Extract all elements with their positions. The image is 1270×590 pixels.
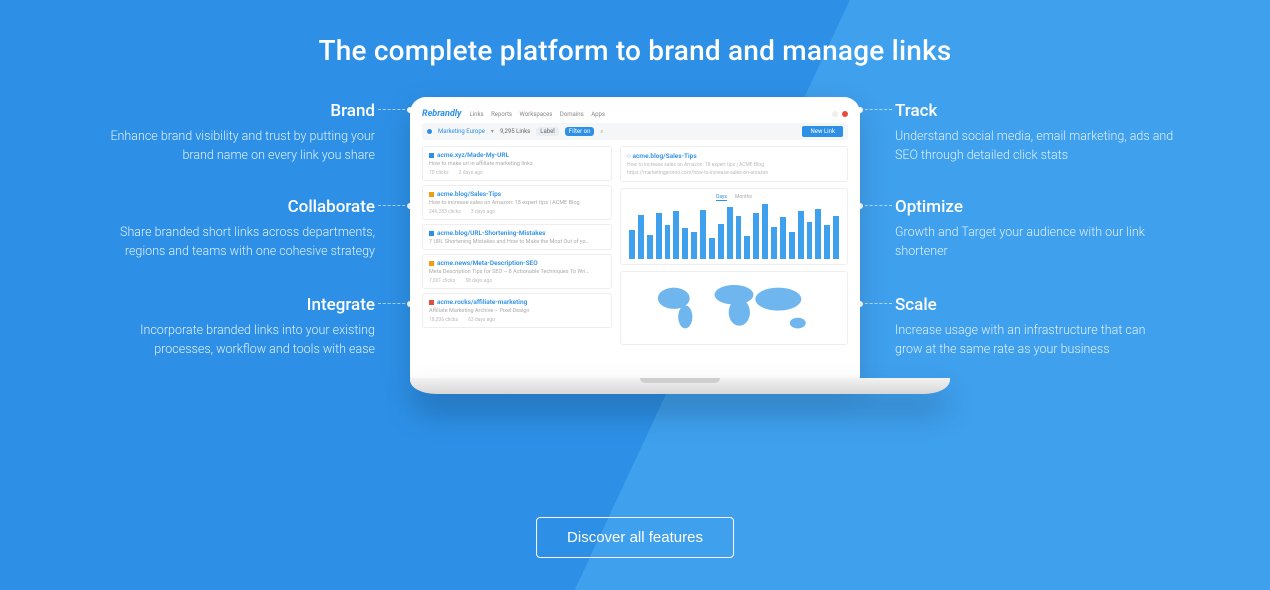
app-dashboard: Rebrandly Links Reports Workspaces Domai…	[422, 109, 848, 345]
chart-bar	[709, 238, 715, 259]
chart-bar	[771, 227, 777, 259]
workspace-dot-icon	[427, 129, 432, 134]
chart-bar	[833, 216, 839, 259]
feature-optimize: Optimize Growth and Target your audience…	[895, 197, 1175, 262]
status-dot-icon	[429, 231, 434, 236]
link-detail-panel: ○ acme.blog/Sales-Tips How to increase s…	[620, 146, 848, 182]
chart-bar	[807, 222, 813, 259]
tab-days[interactable]: Days	[716, 194, 727, 201]
notification-icon[interactable]	[842, 111, 848, 117]
nav-apps[interactable]: Apps	[591, 111, 605, 118]
connector-line	[860, 109, 892, 110]
feature-desc: Increase usage with an infrastructure th…	[895, 321, 1175, 360]
filter-bar: Marketing Europe ▾ 9,295 Links Label Fil…	[422, 123, 848, 140]
chart-bar	[789, 232, 795, 259]
filter-on[interactable]: Filter on	[565, 127, 595, 136]
feature-integrate: Integrate Incorporate branded links into…	[95, 295, 375, 360]
feature-title: Integrate	[95, 295, 375, 315]
feature-title: Brand	[95, 101, 375, 121]
feature-desc: Understand social media, email marketing…	[895, 127, 1175, 166]
filter-label[interactable]: Label	[536, 127, 559, 136]
page-heading: The complete platform to brand and manag…	[0, 0, 1270, 67]
chart-bar	[727, 207, 733, 259]
chart-bar	[798, 211, 804, 259]
status-dot-icon	[429, 192, 434, 197]
feature-title: Collaborate	[95, 197, 375, 217]
link-card[interactable]: acme.blog/Sales-Tips How to increase sal…	[422, 185, 612, 220]
app-topnav: Links Reports Workspaces Domains Apps	[469, 111, 610, 118]
connector-line	[860, 205, 892, 206]
feature-desc: Enhance brand visibility and trust by pu…	[95, 127, 375, 166]
chart-bar	[638, 215, 644, 259]
chart-bar	[682, 228, 688, 259]
chart-bar	[656, 213, 662, 259]
chart-bar	[647, 235, 653, 259]
world-map-panel	[620, 271, 848, 345]
link-card[interactable]: acme.xyz/Made-My-URL How to make url in …	[422, 146, 612, 181]
feature-title: Track	[895, 101, 1175, 121]
workspace-selector[interactable]: Marketing Europe	[438, 128, 485, 135]
nav-reports[interactable]: Reports	[491, 111, 512, 118]
feature-scale: Scale Increase usage with an infrastruct…	[895, 295, 1175, 360]
feature-desc: Share branded short links across departm…	[95, 223, 375, 262]
connector-line	[378, 205, 410, 206]
connector-line	[378, 303, 410, 304]
link-count: 9,295 Links	[500, 128, 530, 135]
chart-bar	[744, 236, 750, 259]
app-logo: Rebrandly	[422, 109, 461, 119]
clicks-chart-panel: Days Months	[620, 188, 848, 265]
nav-workspaces[interactable]: Workspaces	[520, 111, 553, 118]
chart-bar	[736, 216, 742, 259]
feature-track: Track Understand social media, email mar…	[895, 101, 1175, 166]
feature-collaborate: Collaborate Share branded short links ac…	[95, 197, 375, 262]
link-card[interactable]: acme.blog/URL-Shortening-Mistakes 7 URL …	[422, 224, 612, 250]
connector-line	[378, 109, 410, 110]
tab-months[interactable]: Months	[735, 194, 752, 201]
laptop-screen: Rebrandly Links Reports Workspaces Domai…	[410, 97, 860, 382]
feature-desc: Growth and Target your audience with our…	[895, 223, 1175, 262]
feature-title: Optimize	[895, 197, 1175, 217]
chart-bar	[780, 217, 786, 259]
nav-links[interactable]: Links	[469, 111, 483, 118]
status-dot-icon	[429, 153, 434, 158]
laptop-mockup: Rebrandly Links Reports Workspaces Domai…	[410, 97, 860, 394]
new-link-button[interactable]: New Link	[802, 126, 843, 137]
feature-desc: Incorporate branded links into your exis…	[95, 321, 375, 360]
world-map-icon	[627, 277, 841, 339]
connector-line	[860, 303, 892, 304]
link-card[interactable]: acme.news/Meta-Description-SEO Meta Desc…	[422, 254, 612, 289]
feature-brand: Brand Enhance brand visibility and trust…	[95, 101, 375, 166]
link-list: acme.xyz/Made-My-URL How to make url in …	[422, 146, 612, 345]
chart-bar	[815, 209, 821, 259]
chart-bar	[824, 225, 830, 259]
laptop-base	[410, 378, 950, 394]
bar-chart	[627, 204, 841, 259]
discover-features-button[interactable]: Discover all features	[536, 517, 734, 558]
chart-bar	[718, 224, 724, 259]
chart-bar	[673, 211, 679, 259]
search-icon[interactable]: ⌕	[600, 128, 603, 136]
link-card[interactable]: acme.rocks/affiliate-marketing Affiliate…	[422, 293, 612, 328]
chart-bar	[691, 232, 697, 260]
chart-bar	[753, 213, 759, 259]
chart-bar	[700, 210, 706, 259]
feature-stage: Brand Enhance brand visibility and trust…	[0, 97, 1270, 517]
chart-bar	[629, 230, 635, 259]
chart-bar	[665, 225, 671, 259]
chart-bar	[762, 204, 768, 259]
feature-title: Scale	[895, 295, 1175, 315]
help-icon[interactable]	[832, 111, 838, 117]
nav-domains[interactable]: Domains	[560, 111, 584, 118]
status-dot-icon	[429, 261, 434, 266]
status-dot-icon	[429, 300, 434, 305]
